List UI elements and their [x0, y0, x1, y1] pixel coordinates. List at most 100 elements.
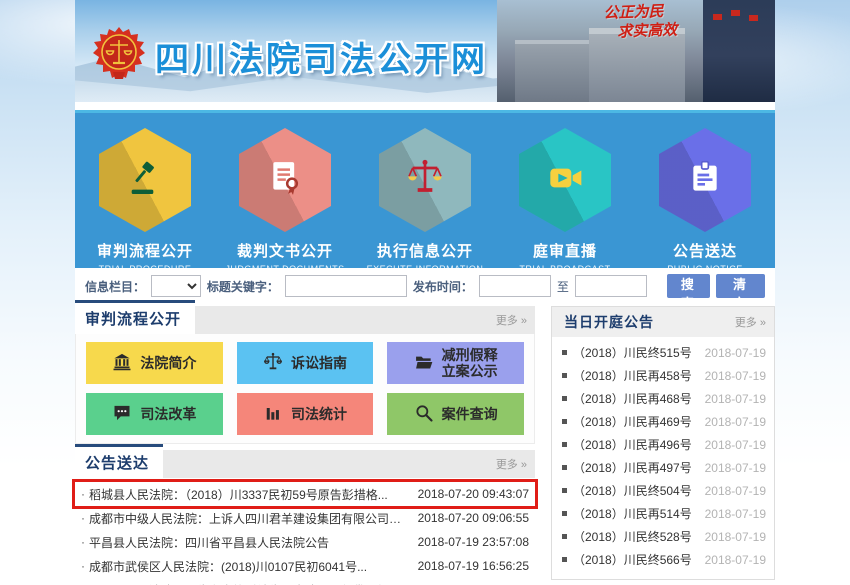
nav-item[interactable]: 审判流程公开 TRIAL PROCEDURE — [75, 128, 215, 274]
date-from-input[interactable] — [479, 275, 551, 297]
category-label: 信息栏目： — [85, 278, 145, 295]
case-date: 2018-07-19 — [705, 553, 766, 567]
notice-title[interactable]: 平昌县人民法院：原告牟文均诉被告覃奇才民间借贷纠纷一案民事... — [89, 582, 410, 585]
quick-link-label: 诉讼指南 — [291, 355, 347, 371]
notice-datetime: 2018-07-20 09:06:55 — [418, 511, 529, 525]
court-session-item[interactable]: （2018）川民再496号 2018-07-19 — [562, 433, 766, 456]
hexagon-tile[interactable] — [239, 128, 331, 232]
nav-label-zh[interactable]: 执行信息公开 — [355, 240, 495, 261]
bullet-square — [562, 350, 567, 355]
case-date: 2018-07-19 — [705, 346, 766, 360]
trial-panel-header: 审判流程公开 更多 » — [75, 306, 535, 334]
case-number[interactable]: （2018）川民终515号 — [573, 344, 705, 361]
quick-link-button[interactable]: 法院简介 — [86, 342, 223, 384]
case-number[interactable]: （2018）川民终528号 — [573, 528, 705, 545]
keyword-input[interactable] — [285, 275, 407, 297]
nav-label-zh[interactable]: 审判流程公开 — [75, 240, 215, 261]
notice-list-item[interactable]: · 成都市中级人民法院：上诉人四川君羊建设集团有限公司与被上诉... 2018-… — [75, 506, 535, 530]
date-to-input[interactable] — [575, 275, 647, 297]
case-date: 2018-07-19 — [705, 484, 766, 498]
trial-panel-tab[interactable]: 审判流程公开 — [75, 300, 195, 334]
nav-item[interactable]: 庭审直播 TRIAL BROADCAST — [495, 128, 635, 274]
court-more-link[interactable]: 更多 » — [735, 314, 766, 330]
court-session-item[interactable]: （2018）川民再497号 2018-07-19 — [562, 456, 766, 479]
hexagon-tile[interactable] — [659, 128, 751, 232]
case-number[interactable]: （2018）川民再458号 — [573, 367, 705, 384]
left-column: 审判流程公开 更多 » 法院简介 诉讼指南 — [75, 306, 535, 585]
court-session-item[interactable]: （2018）川民再469号 2018-07-19 — [562, 410, 766, 433]
quick-link-label: 司法改革 — [140, 406, 196, 422]
case-number[interactable]: （2018）川民再496号 — [573, 436, 705, 453]
hexagon-tile[interactable] — [519, 128, 611, 232]
notice-list-item[interactable]: · 稻城县人民法院：（2018）川3337民初59号原告彭措格... 2018-… — [75, 482, 535, 506]
notice-list-item[interactable]: · 成都市武侯区人民法院：(2018)川0107民初6041号... 2018-… — [75, 554, 535, 578]
notice-title[interactable]: 稻城县人民法院：（2018）川3337民初59号原告彭措格... — [89, 486, 410, 503]
case-number[interactable]: （2018）川民终566号 — [573, 551, 705, 568]
nav-label-zh[interactable]: 公告送达 — [635, 240, 775, 261]
bullet-square — [562, 488, 567, 493]
quick-link-label: 法院简介 — [140, 355, 196, 371]
search-button[interactable]: 搜 索 — [667, 274, 710, 298]
red-flag — [713, 14, 722, 20]
quick-link-button[interactable]: 案件查询 — [387, 393, 524, 435]
court-panel-title: 当日开庭公告 — [564, 312, 654, 332]
court-session-item[interactable]: （2018）川民终515号 2018-07-19 — [562, 341, 766, 364]
court-session-item[interactable]: （2018）川民终528号 2018-07-19 — [562, 525, 766, 548]
court-session-item[interactable]: （2018）川民再468号 2018-07-19 — [562, 387, 766, 410]
bullet-square — [562, 373, 567, 378]
notice-title[interactable]: 平昌县人民法院：四川省平昌县人民法院公告 — [89, 534, 410, 551]
notice-list-item[interactable]: · 平昌县人民法院：四川省平昌县人民法院公告 2018-07-19 23:57:… — [75, 530, 535, 554]
court-session-item[interactable]: （2018）川民再458号 2018-07-19 — [562, 364, 766, 387]
trial-more-link[interactable]: 更多 » — [496, 312, 527, 328]
trial-procedure-panel: 审判流程公开 更多 » 法院简介 诉讼指南 — [75, 306, 535, 444]
case-number[interactable]: （2018）川民再469号 — [573, 413, 705, 430]
right-column: 当日开庭公告 更多 » （2018）川民终515号 2018-07-19 （2 — [551, 306, 775, 585]
notice-panel-tab[interactable]: 公告送达 — [75, 444, 163, 478]
notice-title[interactable]: 成都市武侯区人民法院：(2018)川0107民初6041号... — [89, 558, 410, 575]
notice-datetime: 2018-07-19 23:57:08 — [418, 535, 529, 549]
hexagon-tile[interactable] — [99, 128, 191, 232]
case-number[interactable]: （2018）川民再468号 — [573, 390, 705, 407]
case-number[interactable]: （2018）川民再514号 — [573, 505, 705, 522]
nav-label-zh[interactable]: 裁判文书公开 — [215, 240, 355, 261]
court-session-item[interactable]: （2018）川民再514号 2018-07-19 — [562, 502, 766, 525]
quick-link-label: 减刑假释 立案公示 — [442, 347, 498, 379]
site-title: 四川法院司法公开网 — [155, 32, 488, 81]
nav-label-zh[interactable]: 庭审直播 — [495, 240, 635, 261]
nav-label-en: TRIAL BROADCAST — [495, 264, 635, 274]
notice-list: · 稻城县人民法院：（2018）川3337民初59号原告彭措格... 2018-… — [75, 478, 535, 585]
case-number[interactable]: （2018）川民再497号 — [573, 459, 705, 476]
notice-more-link[interactable]: 更多 » — [496, 456, 527, 472]
category-select[interactable] — [151, 275, 201, 297]
quick-link-button[interactable]: 司法改革 — [86, 393, 223, 435]
quick-link-button[interactable]: 诉讼指南 — [237, 342, 374, 384]
nav-item[interactable]: 裁判文书公开 JUDGMENT DOCUMENTS — [215, 128, 355, 274]
bullet-square — [562, 442, 567, 447]
notice-panel-header: 公告送达 更多 » — [75, 450, 535, 478]
quick-link-button[interactable]: 减刑假释 立案公示 — [387, 342, 524, 384]
clear-button[interactable]: 清空条件 — [716, 274, 765, 298]
public-notice-panel: 公告送达 更多 » · 稻城县人民法院：（2018）川3337民初59号原告彭措… — [75, 450, 535, 585]
calligraphy-slogan: 公正为民 求实高效 — [558, 1, 709, 44]
notice-title[interactable]: 成都市中级人民法院：上诉人四川君羊建设集团有限公司与被上诉... — [89, 510, 410, 527]
case-date: 2018-07-19 — [705, 438, 766, 452]
court-session-item[interactable]: （2018）川民终504号 2018-07-19 — [562, 479, 766, 502]
bullet-square — [562, 419, 567, 424]
nav-item[interactable]: 执行信息公开 EXECUTE INFORMATION — [355, 128, 495, 274]
bullet-square — [562, 557, 567, 562]
red-flag — [749, 15, 758, 21]
quick-link-label: 司法统计 — [291, 406, 347, 422]
hexagon-tile[interactable] — [379, 128, 471, 232]
bullet-dot: · — [81, 511, 85, 525]
nav-item[interactable]: 公告送达 PUBLIC NOTICE — [635, 128, 775, 274]
notice-list-item[interactable]: · 平昌县人民法院：原告牟文均诉被告覃奇才民间借贷纠纷一案民事... 2018-… — [75, 578, 535, 585]
court-session-item[interactable]: （2018）川民终566号 2018-07-19 — [562, 548, 766, 571]
quick-link-button[interactable]: 司法统计 — [237, 393, 374, 435]
court-session-panel: 当日开庭公告 更多 » （2018）川民终515号 2018-07-19 （2 — [551, 306, 775, 580]
red-flag — [731, 10, 740, 16]
case-number[interactable]: （2018）川民终504号 — [573, 482, 705, 499]
bullet-square — [562, 465, 567, 470]
bullet-square — [562, 534, 567, 539]
document-seal-icon — [265, 158, 305, 203]
bullet-square — [562, 511, 567, 516]
